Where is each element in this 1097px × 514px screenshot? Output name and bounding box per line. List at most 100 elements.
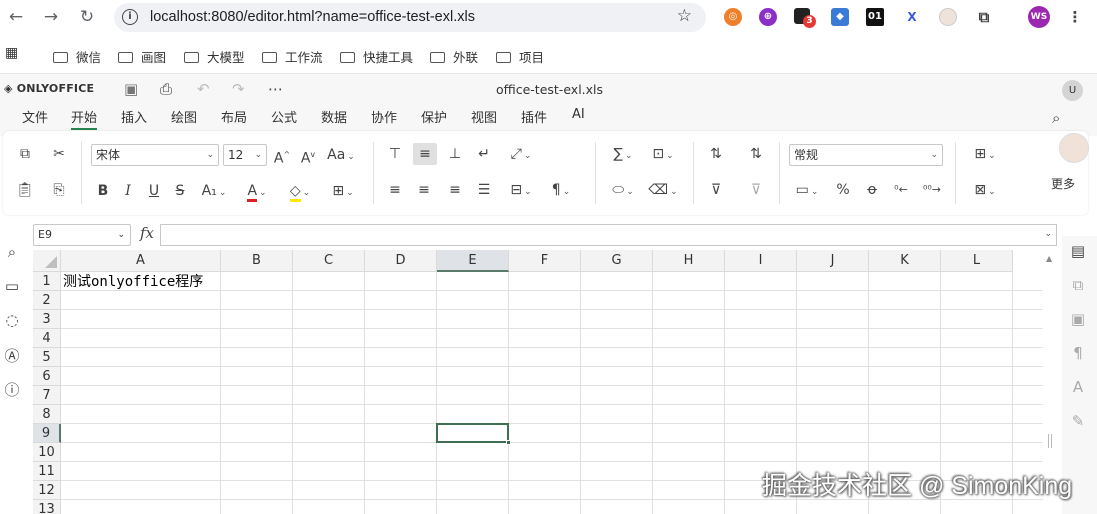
forward-arrow-icon[interactable]: → [40, 6, 62, 28]
extension-01-icon[interactable]: 01 [866, 8, 884, 26]
more-avatar-icon[interactable] [1059, 133, 1089, 163]
extension-blue-icon[interactable]: ◆ [831, 8, 849, 26]
row-header-12[interactable]: 12 [33, 481, 61, 500]
cell-settings-icon[interactable]: ▤ [1069, 242, 1087, 260]
increase-decimal-icon[interactable]: ⁰⁰→ [920, 180, 944, 200]
decrease-decimal-icon[interactable]: ⁰← [890, 180, 912, 200]
tab-insert[interactable]: 插入 [121, 107, 147, 126]
row-header-7[interactable]: 7 [33, 386, 61, 405]
back-arrow-icon[interactable]: ← [5, 6, 27, 28]
change-case-button[interactable]: Aa ⌄ [323, 145, 359, 165]
bookmark-folder[interactable]: 快捷工具 [340, 47, 413, 66]
underline-button[interactable]: U [144, 181, 164, 201]
spellcheck-icon[interactable]: Ⓐ [3, 345, 21, 366]
site-info-icon[interactable]: i [122, 9, 138, 25]
justify-icon[interactable]: ☰ [473, 180, 495, 200]
bookmark-folder[interactable]: 项目 [496, 47, 544, 66]
reload-icon[interactable]: ↻ [76, 6, 98, 28]
active-cell-selection[interactable] [436, 423, 509, 443]
user-avatar[interactable]: U [1062, 80, 1083, 101]
formula-input[interactable]: ⌄ [160, 224, 1057, 246]
column-header-c[interactable]: C [293, 250, 365, 272]
column-header-b[interactable]: B [221, 250, 293, 272]
extension-orange-icon[interactable]: ◎ [724, 8, 742, 26]
search-icon[interactable]: ⌕ [1052, 109, 1060, 127]
function-icon[interactable]: fx [140, 224, 154, 242]
tab-collaborate[interactable]: 协作 [371, 107, 397, 126]
column-header-e[interactable]: E [437, 250, 509, 272]
column-header-k[interactable]: K [869, 250, 941, 272]
align-center-icon[interactable]: ≡ [413, 180, 435, 200]
column-header-a[interactable]: A [61, 250, 221, 272]
fill-handle[interactable] [506, 440, 511, 445]
percent-button[interactable]: % [832, 180, 854, 200]
extension-purple-icon[interactable]: ⊕ [759, 8, 777, 26]
align-bottom-icon[interactable]: ⊥ [444, 144, 466, 164]
tab-draw[interactable]: 绘图 [171, 107, 197, 126]
row-header-8[interactable]: 8 [33, 405, 61, 424]
tab-protect[interactable]: 保护 [421, 107, 447, 126]
search-icon[interactable]: ⌕ [3, 243, 21, 261]
extension-x-icon[interactable]: X [903, 8, 921, 26]
more-options-icon[interactable]: ⋯ [268, 80, 283, 98]
column-header-j[interactable]: J [797, 250, 869, 272]
format-painter-icon[interactable]: ⎘ [49, 180, 69, 200]
paragraph-settings-icon[interactable]: ¶ [1069, 344, 1087, 362]
italic-button[interactable]: I [118, 181, 138, 201]
row-header-2[interactable]: 2 [33, 291, 61, 310]
column-header-d[interactable]: D [365, 250, 437, 272]
row-header-1[interactable]: 1 [33, 272, 61, 291]
column-header-f[interactable]: F [509, 250, 581, 272]
delete-cells-button[interactable]: ⊠ ⌄ [967, 180, 1003, 200]
bookmark-star-icon[interactable]: ☆ [677, 6, 692, 26]
sort-ascending-icon[interactable]: ⇅ [705, 144, 727, 164]
align-top-icon[interactable]: ⊤ [384, 144, 406, 164]
scroll-up-icon[interactable]: ▲ [1046, 254, 1052, 263]
text-art-settings-icon[interactable]: A [1069, 378, 1087, 396]
autosum-button[interactable]: ∑ ⌄ [605, 144, 641, 164]
font-color-button[interactable]: A ⌄ [239, 181, 275, 202]
row-header-6[interactable]: 6 [33, 367, 61, 386]
tab-data[interactable]: 数据 [321, 107, 347, 126]
row-header-13[interactable]: 13 [33, 500, 61, 514]
clear-filter-icon[interactable]: ⊽ [745, 180, 767, 200]
tab-formula[interactable]: 公式 [271, 107, 297, 126]
cell-a1[interactable]: 测试onlyoffice程序 [63, 272, 203, 291]
profile-avatar[interactable]: WS [1028, 6, 1050, 28]
format-as-table-button[interactable]: ⊞ ⌄ [967, 144, 1003, 164]
shape-settings-icon[interactable]: ⧉ [1069, 276, 1087, 294]
paste-icon[interactable]: 📋︎ [15, 180, 35, 200]
row-header-4[interactable]: 4 [33, 329, 61, 348]
comments-icon[interactable]: ▭ [3, 277, 21, 295]
redo-icon[interactable]: ↷ [232, 80, 245, 98]
cut-icon[interactable]: ✂ [49, 144, 69, 164]
column-header-h[interactable]: H [653, 250, 725, 272]
image-settings-icon[interactable]: ▣ [1069, 310, 1087, 328]
address-bar[interactable]: i localhost:8080/editor.html?name=office… [114, 3, 706, 32]
chevron-down-icon[interactable]: ⌄ [1044, 229, 1052, 239]
tab-home[interactable]: 开始 [71, 107, 98, 130]
clear-button[interactable]: ⌫ ⌄ [645, 180, 681, 200]
undo-icon[interactable]: ↶ [197, 80, 210, 98]
tab-plugins[interactable]: 插件 [521, 107, 547, 126]
name-box[interactable]: E9 ⌄ [33, 224, 131, 246]
align-left-icon[interactable]: ≡ [384, 180, 406, 200]
shrink-font-button[interactable]: Av [297, 145, 319, 167]
merge-cells-button[interactable]: ⊟ ⌄ [503, 180, 539, 200]
font-name-select[interactable]: 宋体 ⌄ [91, 144, 219, 166]
row-header-10[interactable]: 10 [33, 443, 61, 462]
row-header-3[interactable]: 3 [33, 310, 61, 329]
column-header-l[interactable]: L [941, 250, 1013, 272]
column-header-i[interactable]: I [725, 250, 797, 272]
comma-style-icon[interactable]: ꝋ [861, 180, 883, 200]
chat-icon[interactable]: ◌ [3, 311, 21, 329]
more-button[interactable]: 更多 [1051, 175, 1075, 192]
tab-layout[interactable]: 布局 [221, 107, 247, 126]
align-right-icon[interactable]: ≡ [444, 180, 466, 200]
extensions-puzzle-icon[interactable]: ⧉ [975, 8, 993, 26]
print-icon[interactable]: ⎙ [160, 80, 172, 98]
paragraph-direction-button[interactable]: ¶ ⌄ [543, 180, 579, 200]
copy-icon[interactable]: ⧉ [15, 144, 35, 164]
font-size-select[interactable]: 12 ⌄ [223, 144, 267, 166]
url-text[interactable]: localhost:8080/editor.html?name=office-t… [150, 9, 475, 25]
